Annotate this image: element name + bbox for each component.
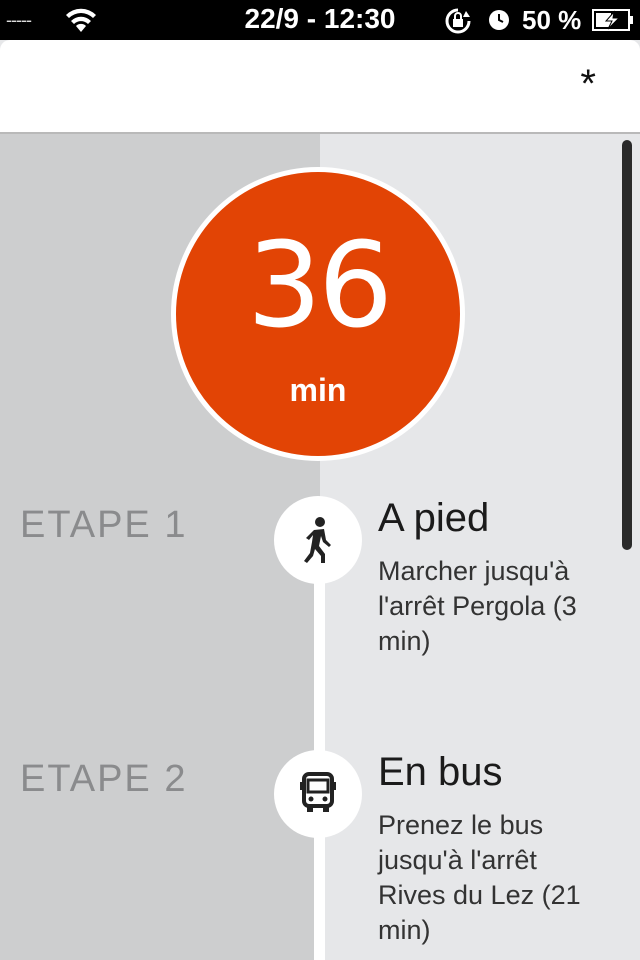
duration-value: 36 [246,216,393,354]
step-2-label: ETAPE 2 [20,758,188,800]
bus-icon [274,750,362,838]
alarm-icon [489,10,509,30]
step-1-title: A pied [378,496,490,540]
step-2-description: Prenez le bus jusqu'à l'arrêt Rives du L… [378,810,581,945]
step-1-description: Marcher jusqu'à l'arrêt Pergola (3 min) [378,556,577,656]
step-2-title: En bus [378,750,503,794]
itinerary-view[interactable]: 36 min ETAPE 1 A pied Marcher jusqu'à l'… [0,134,640,960]
rotation-lock-icon [445,8,471,34]
duration-unit: min [289,372,347,408]
navigation-bar: * [0,40,640,134]
battery-charging-icon [592,9,633,31]
step-1-label: ETAPE 1 [20,504,188,546]
walking-person-icon [274,496,362,584]
total-duration-badge: 36 min [171,167,465,461]
battery-percent: 50 % [522,5,582,35]
vertical-scrollbar[interactable] [622,140,632,550]
status-bar: ----- 22/9 - 12:30 50 % [0,0,640,40]
settings-button[interactable]: * [580,64,596,104]
